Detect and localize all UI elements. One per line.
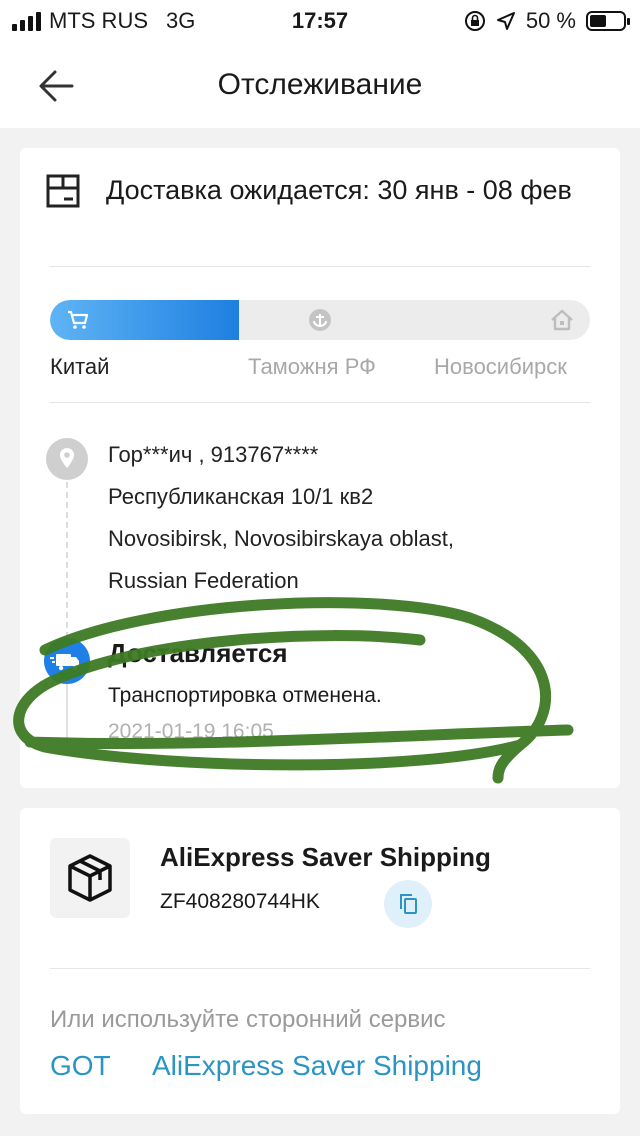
address-line: Novosibirsk, Novosibirskaya oblast, [108,526,455,551]
third-party-label: Или используйте сторонний сервис [50,1006,446,1033]
delivery-address: Гор***ич , 913767**** Республиканская 10… [108,434,598,602]
location-arrow-icon [496,12,515,30]
stage-customs: Таможня РФ [248,354,376,379]
page-title: Отслеживание [217,68,423,101]
divider [50,402,590,403]
tracking-card: Доставка ожидается: 30 янв - 08 фев Кита… [20,148,620,788]
got-link[interactable]: GOT [50,1050,111,1082]
status-right: 50 % [464,8,630,34]
delivery-truck-icon [44,638,90,684]
cart-icon [68,310,89,329]
stage-destination: Новосибирск [434,354,567,379]
rotation-lock-icon [464,11,485,31]
shipping-card: AliExpress Saver Shipping ZF408280744HK … [20,808,620,1114]
battery-icon [586,11,630,31]
aliexpress-tracking-link[interactable]: AliExpress Saver Shipping [152,1050,482,1082]
anchor-icon [309,309,331,331]
address-line: Гор***ич , 913767**** [108,442,319,467]
battery-percent: 50 % [525,8,576,33]
package-box-icon [46,174,80,208]
timeline-line [66,678,68,748]
location-pin-icon [46,438,88,480]
event-description: Транспортировка отменена. [108,684,382,707]
event-status: Доставляется [108,638,288,668]
tracking-number: ZF408280744HK [160,890,320,913]
parcel-icon [50,838,130,918]
stage-origin: Китай [50,354,110,379]
delivery-estimate-text: Доставка ожидается: 30 янв - 08 фев [106,175,572,205]
status-bar: MTS RUS 3G 17:57 50 % [0,0,640,44]
shipping-service-name: AliExpress Saver Shipping [160,842,491,872]
divider [50,968,590,969]
home-icon [551,309,573,331]
copy-icon [400,894,417,914]
address-line: Республиканская 10/1 кв2 [108,484,374,509]
address-line: Russian Federation [108,568,299,593]
nav-header: Отслеживание [0,44,640,128]
shipping-progress-bar [50,300,590,340]
copy-button[interactable] [384,880,432,928]
event-timestamp: 2021-01-19 16:05 [108,720,274,743]
divider [50,266,590,267]
